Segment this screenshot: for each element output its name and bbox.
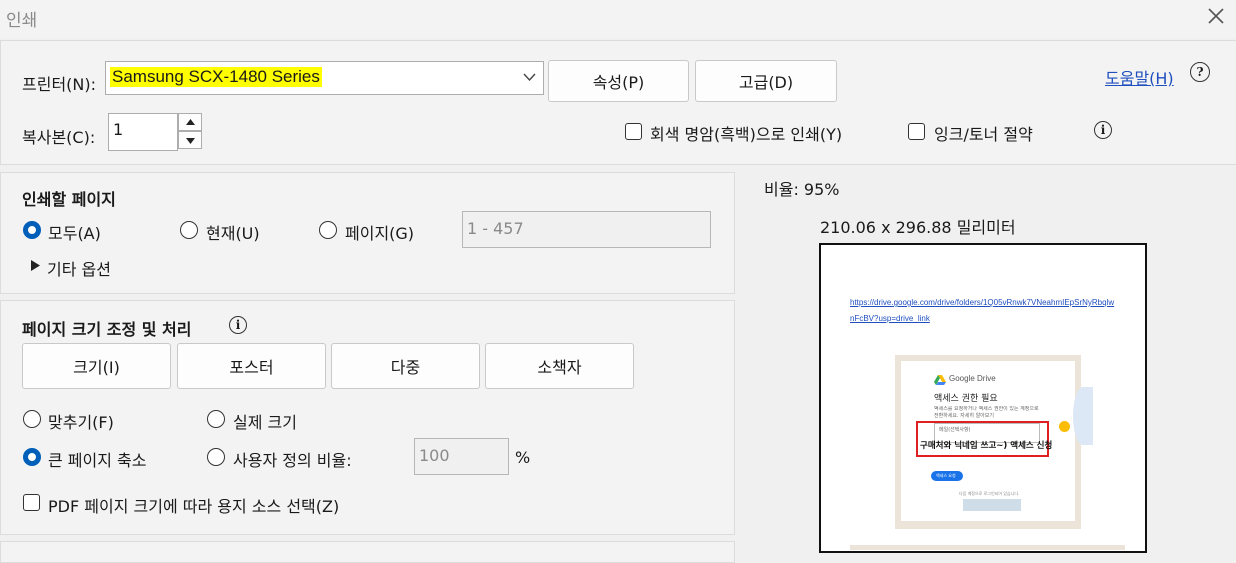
tab-multiple-label: 다중 bbox=[390, 358, 421, 377]
printer-select[interactable]: Samsung SCX-1480 Series bbox=[105, 61, 544, 95]
tab-booklet-label: 소책자 bbox=[537, 358, 582, 377]
pages-range-label: 페이지(G) bbox=[345, 224, 415, 243]
preview-url-line1: https://drive.google.com/drive/folders/1… bbox=[850, 298, 1115, 307]
copies-label: 복사본(C): bbox=[22, 128, 96, 147]
tab-size[interactable]: 크기(I) bbox=[22, 343, 171, 389]
access-body: 액세스를 요청하거나 액세스 권한이 있는 계정으로 전환하세요. 자세히 알아… bbox=[934, 406, 1039, 419]
tab-poster-label: 포스터 bbox=[229, 358, 274, 377]
window-title: 인쇄 bbox=[6, 11, 38, 31]
copies-increment-button[interactable] bbox=[178, 113, 202, 131]
gdrive-brand: Google Drive bbox=[949, 374, 996, 383]
google-drive-logo-icon bbox=[934, 375, 946, 385]
tab-size-label: 크기(I) bbox=[73, 358, 120, 377]
pages-heading: 인쇄할 페이지 bbox=[22, 190, 116, 209]
page-range-placeholder: 1 - 457 bbox=[467, 219, 524, 238]
actual-size-label: 실제 크기 bbox=[233, 413, 297, 432]
preview-ratio: 비율: 95% bbox=[764, 180, 840, 199]
save-ink-checkbox[interactable] bbox=[908, 123, 925, 140]
copies-value: 1 bbox=[113, 120, 124, 139]
pages-all-label: 모두(A) bbox=[48, 224, 101, 243]
decorative-cloud bbox=[1073, 387, 1093, 445]
fit-label: 맞추기(F) bbox=[48, 413, 114, 432]
request-access-button: 액세스 요청 bbox=[931, 471, 963, 481]
request-access-label: 액세스 요청 bbox=[936, 473, 956, 478]
save-ink-label: 잉크/토너 절약 bbox=[934, 125, 1033, 144]
title-bar bbox=[0, 0, 1236, 38]
pages-all-radio[interactable] bbox=[23, 221, 41, 239]
fit-radio[interactable] bbox=[23, 410, 41, 428]
help-link[interactable]: 도움말(H) bbox=[1105, 65, 1174, 89]
preview-dimensions: 210.06 x 296.88 밀리미터 bbox=[820, 218, 1016, 237]
custom-scale-value: 100 bbox=[419, 446, 450, 465]
close-icon[interactable] bbox=[1204, 4, 1228, 28]
preview-url[interactable]: https://drive.google.com/drive/folders/1… bbox=[850, 295, 1114, 327]
page-range-input[interactable]: 1 - 457 bbox=[462, 211, 711, 248]
access-title: 액세스 권한 필요 bbox=[934, 394, 998, 404]
custom-scale-label: 사용자 정의 비율: bbox=[233, 451, 352, 470]
pages-current-label: 현재(U) bbox=[206, 224, 260, 243]
copies-input[interactable]: 1 bbox=[108, 113, 178, 151]
arrow-up-icon bbox=[186, 119, 195, 125]
more-options-label[interactable]: 기타 옵션 bbox=[47, 256, 111, 280]
sizing-heading: 페이지 크기 조정 및 처리 bbox=[22, 320, 192, 339]
expand-triangle-icon[interactable] bbox=[31, 260, 40, 271]
decorative-sun bbox=[1059, 421, 1070, 432]
copies-decrement-button[interactable] bbox=[178, 131, 202, 149]
tab-multiple[interactable]: 다중 bbox=[331, 343, 480, 389]
grayscale-checkbox[interactable] bbox=[625, 123, 642, 140]
preview-frame: https://drive.google.com/drive/folders/1… bbox=[819, 243, 1147, 553]
printer-selected-value: Samsung SCX-1480 Series bbox=[110, 67, 322, 87]
account-chip bbox=[963, 499, 1021, 511]
info-icon[interactable]: i bbox=[1094, 121, 1112, 139]
help-question-icon[interactable]: ? bbox=[1190, 62, 1210, 82]
preview-next-image-edge bbox=[850, 545, 1125, 550]
custom-scale-input[interactable]: 100 bbox=[414, 438, 509, 475]
printer-label: 프린터(N): bbox=[22, 75, 97, 94]
tab-booklet[interactable]: 소책자 bbox=[485, 343, 634, 389]
pdf-source-label: PDF 페이지 크기에 따라 용지 소스 선택(Z) bbox=[48, 497, 340, 516]
orientation-panel bbox=[0, 541, 735, 563]
pdf-source-checkbox[interactable] bbox=[23, 494, 40, 511]
actual-size-radio[interactable] bbox=[207, 410, 225, 428]
arrow-down-icon bbox=[186, 138, 195, 144]
preview-page: https://drive.google.com/drive/folders/1… bbox=[829, 249, 1137, 549]
signed-in-note: 다음 계정으로 로그인되어 있습니다. bbox=[959, 491, 1020, 496]
advanced-button-label: 고급(D) bbox=[738, 73, 794, 92]
custom-scale-radio[interactable] bbox=[207, 448, 225, 466]
tab-poster[interactable]: 포스터 bbox=[177, 343, 326, 389]
shrink-radio[interactable] bbox=[23, 448, 41, 466]
pages-range-radio[interactable] bbox=[319, 221, 337, 239]
sizing-info-icon[interactable]: i bbox=[229, 316, 247, 334]
properties-button[interactable]: 속성(P) bbox=[548, 60, 689, 102]
preview-url-line2: nFcBV?usp=drive_link bbox=[850, 314, 930, 323]
highlight-text: 구매처와 닉네임 쓰고~) 액세스 신청 bbox=[920, 441, 1053, 451]
properties-button-label: 속성(P) bbox=[592, 73, 645, 92]
percent-label: % bbox=[515, 448, 531, 467]
grayscale-label: 회색 명암(흑백)으로 인쇄(Y) bbox=[650, 125, 843, 144]
chevron-down-icon bbox=[523, 73, 536, 82]
pages-current-radio[interactable] bbox=[180, 221, 198, 239]
advanced-button[interactable]: 고급(D) bbox=[695, 60, 837, 102]
shrink-label: 큰 페이지 축소 bbox=[48, 451, 147, 470]
